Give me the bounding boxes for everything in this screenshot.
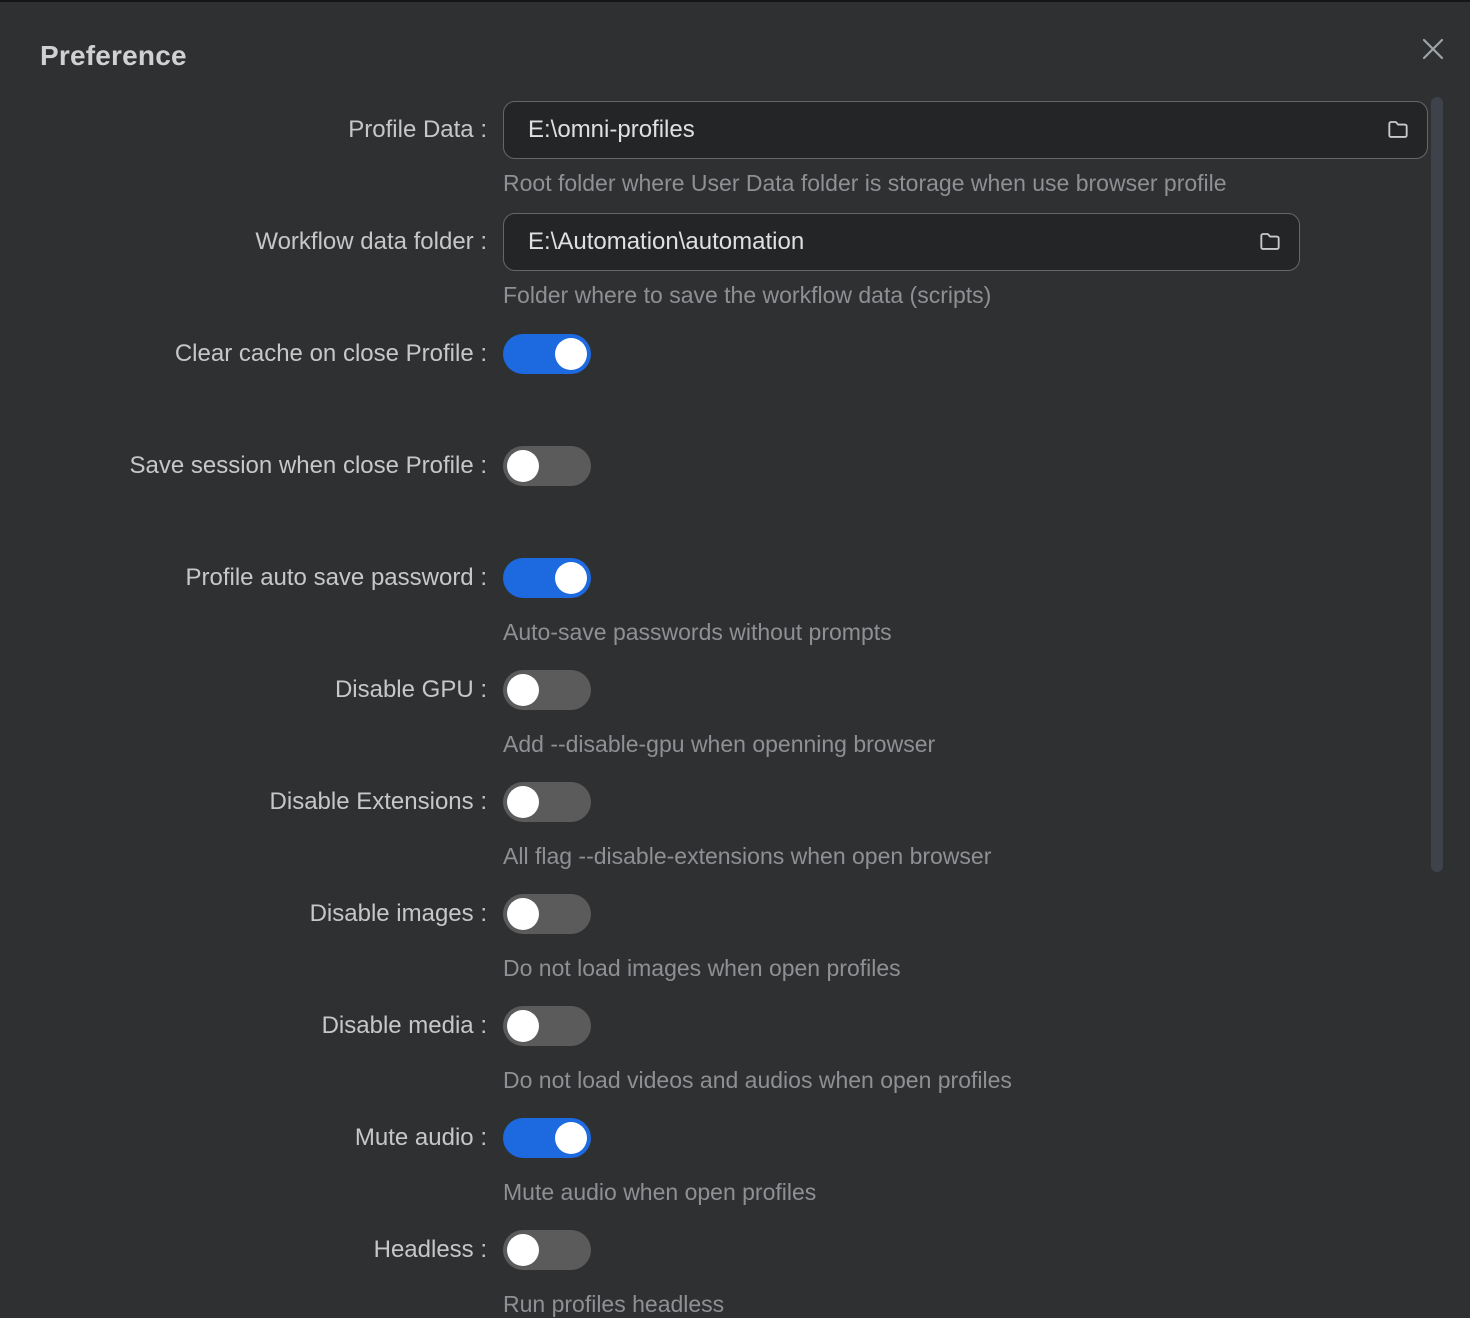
mute-audio-toggle[interactable] [503, 1118, 591, 1158]
workflow-folder-input-wrap [503, 213, 1300, 271]
field-helper: Auto-save passwords without prompts [503, 618, 892, 646]
headless-toggle[interactable] [503, 1230, 591, 1270]
form-row-headless: Headless : [0, 1230, 1470, 1270]
disable-extensions-toggle[interactable] [503, 782, 591, 822]
field-label: Mute audio : [0, 1118, 487, 1158]
field-label: Disable images : [0, 894, 487, 934]
disable-images-toggle[interactable] [503, 894, 591, 934]
toggle-knob [507, 674, 539, 706]
field-helper: Root folder where User Data folder is st… [503, 169, 1227, 197]
toggle-knob [555, 338, 587, 370]
toggle-knob [555, 562, 587, 594]
field-label: Disable media : [0, 1006, 487, 1046]
form-row-mute-audio: Mute audio : [0, 1118, 1470, 1158]
auto-save-password-toggle[interactable] [503, 558, 591, 598]
clear-cache-toggle[interactable] [503, 334, 591, 374]
save-session-toggle[interactable] [503, 446, 591, 486]
field-helper: All flag --disable-extensions when open … [503, 842, 991, 870]
field-label: Disable Extensions : [0, 782, 487, 822]
form-row-profile-data: Profile Data : [0, 101, 1470, 159]
toggle-knob [507, 450, 539, 482]
form-row-workflow-folder: Workflow data folder : [0, 213, 1470, 271]
field-label: Save session when close Profile : [0, 446, 487, 486]
toggle-knob [507, 1234, 539, 1266]
form-row-disable-media: Disable media : [0, 1006, 1470, 1046]
field-helper: Do not load images when open profiles [503, 954, 901, 982]
toggle-knob [507, 786, 539, 818]
folder-icon[interactable] [1369, 102, 1427, 158]
field-label: Profile auto save password : [0, 558, 487, 598]
preference-dialog: { "dialog": { "title": "Preference", "co… [0, 0, 1470, 1308]
close-icon[interactable] [1412, 28, 1454, 70]
disable-media-toggle[interactable] [503, 1006, 591, 1046]
toggle-knob [555, 1122, 587, 1154]
form-row-disable-images: Disable images : [0, 894, 1470, 934]
workflow-folder-input[interactable] [504, 228, 1241, 256]
field-label: Workflow data folder : [0, 213, 487, 271]
profile-data-input-wrap [503, 101, 1428, 159]
toggle-knob [507, 898, 539, 930]
folder-icon[interactable] [1241, 214, 1299, 270]
form-row-clear-cache: Clear cache on close Profile : [0, 334, 1470, 374]
field-helper: Run profiles headless [503, 1290, 724, 1318]
field-label: Clear cache on close Profile : [0, 334, 487, 374]
field-helper: Mute audio when open profiles [503, 1178, 816, 1206]
profile-data-input[interactable] [504, 116, 1369, 144]
toggle-knob [507, 1010, 539, 1042]
form-row-disable-gpu: Disable GPU : [0, 670, 1470, 710]
form-row-save-session: Save session when close Profile : [0, 446, 1470, 486]
page-title: Preference [40, 40, 187, 72]
form-row-disable-extensions: Disable Extensions : [0, 782, 1470, 822]
form-row-auto-save-password: Profile auto save password : [0, 558, 1470, 598]
field-helper: Folder where to save the workflow data (… [503, 281, 991, 309]
field-helper: Do not load videos and audios when open … [503, 1066, 1012, 1094]
field-label: Disable GPU : [0, 670, 487, 710]
field-label: Headless : [0, 1230, 487, 1270]
disable-gpu-toggle[interactable] [503, 670, 591, 710]
field-helper: Add --disable-gpu when openning browser [503, 730, 935, 758]
field-label: Profile Data : [0, 101, 487, 159]
